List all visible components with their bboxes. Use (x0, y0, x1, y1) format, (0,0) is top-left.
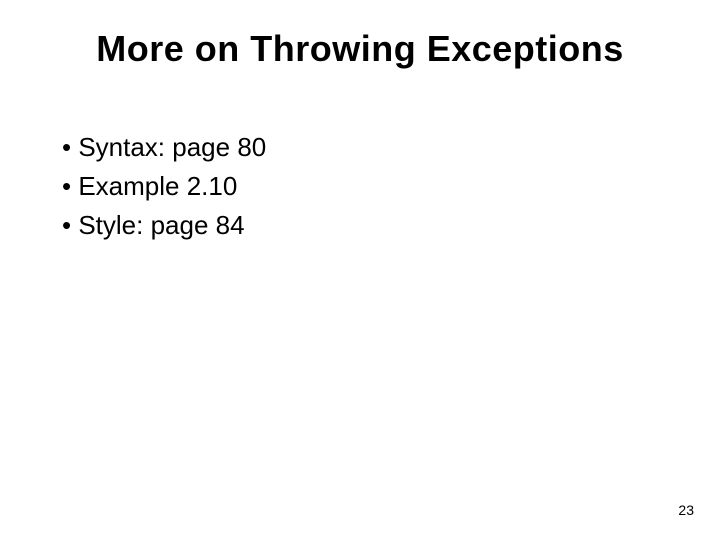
page-number: 23 (678, 502, 694, 518)
list-item: • Example 2.10 (62, 169, 660, 204)
list-item: • Style: page 84 (62, 208, 660, 243)
slide: More on Throwing Exceptions • Syntax: pa… (0, 0, 720, 540)
bullet-list: • Syntax: page 80 • Example 2.10 • Style… (62, 130, 660, 243)
slide-title: More on Throwing Exceptions (0, 28, 720, 70)
slide-body: • Syntax: page 80 • Example 2.10 • Style… (62, 130, 660, 247)
list-item: • Syntax: page 80 (62, 130, 660, 165)
